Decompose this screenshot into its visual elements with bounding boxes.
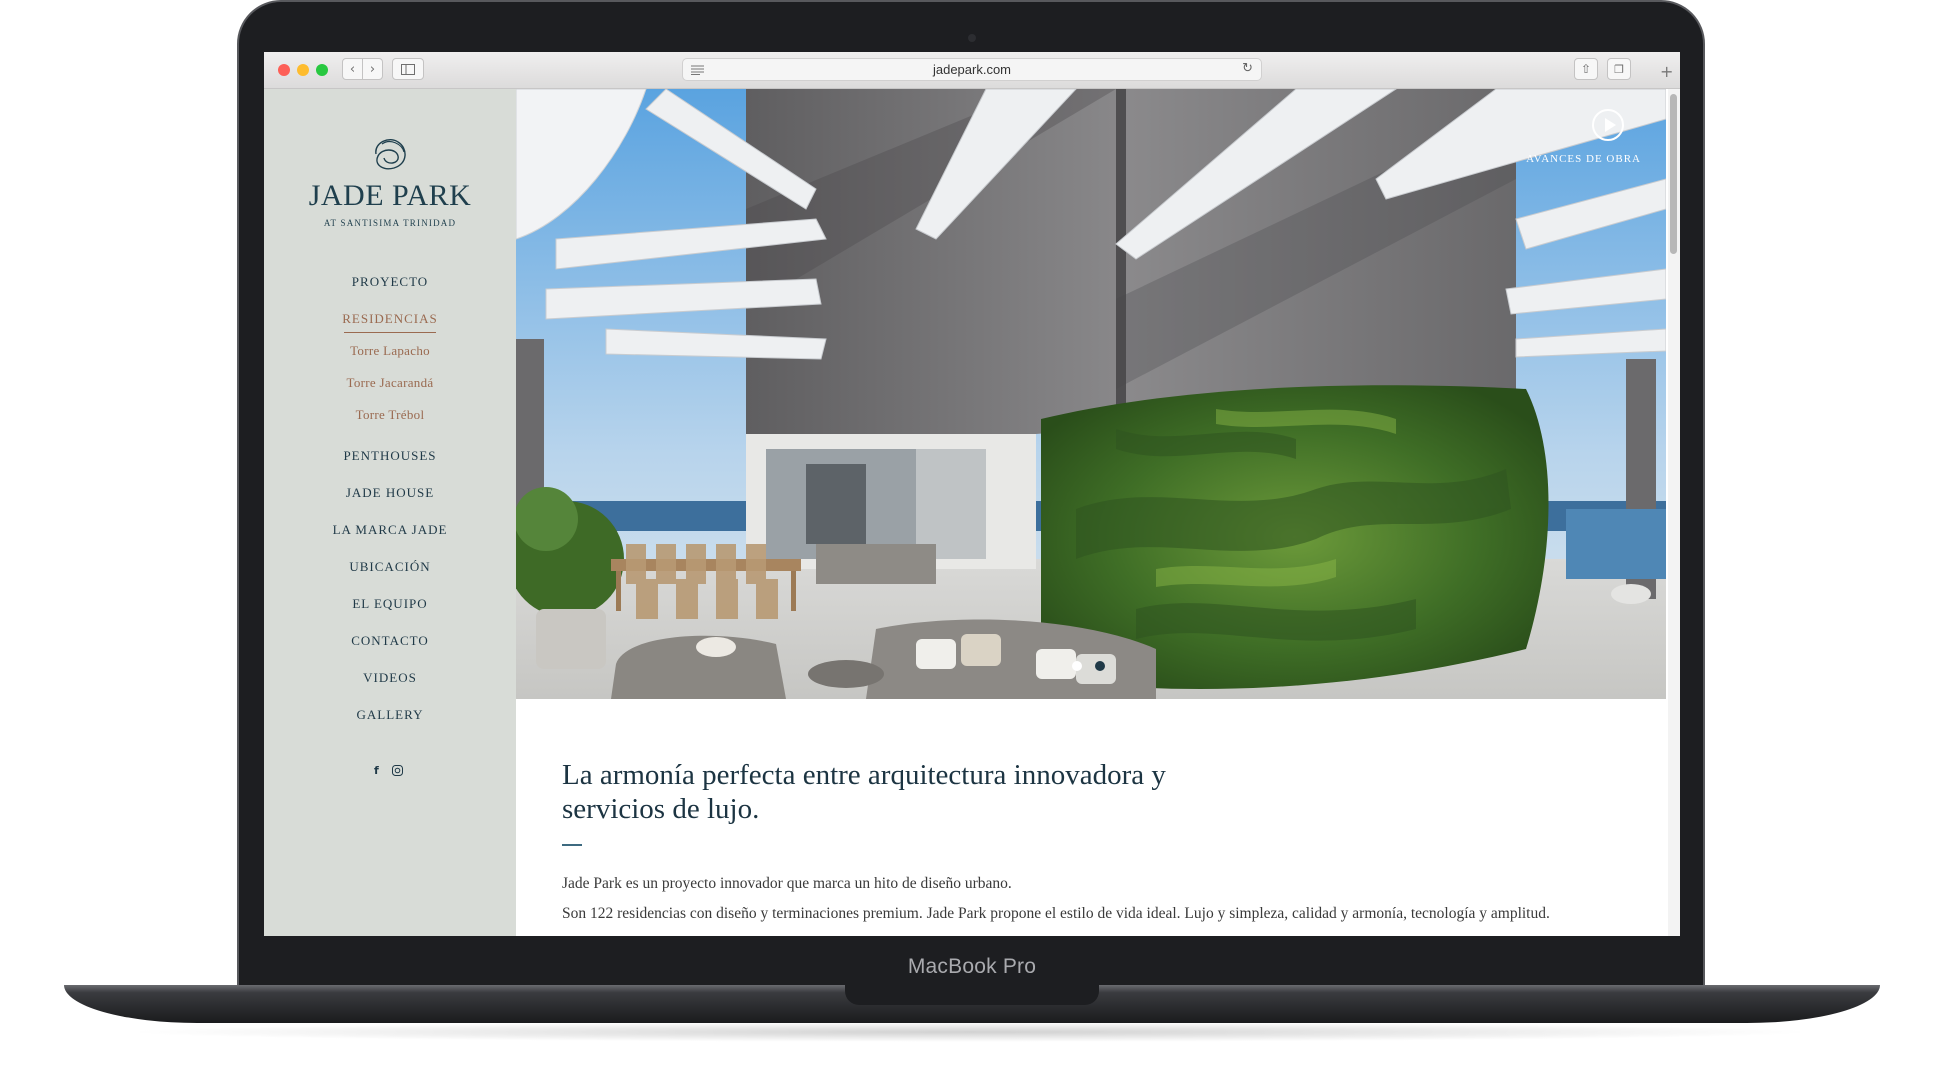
new-tab-icon[interactable]: + <box>1660 62 1673 81</box>
sidebar-button[interactable] <box>392 58 424 80</box>
tabs-icon: ❐ <box>1614 62 1624 76</box>
nav-contacto[interactable]: CONTACTO <box>264 633 516 649</box>
hero-slider[interactable]: AVANCES DE OBRA <box>516 89 1666 699</box>
section-title: La armonía perfecta entre arquitectura i… <box>562 759 1166 825</box>
forward-button[interactable]: › <box>362 58 383 80</box>
nav-torre-jacaranda[interactable]: Torre Jacarandá <box>264 375 516 391</box>
hero-image <box>516 89 1666 699</box>
slider-dot-2[interactable] <box>1095 661 1105 671</box>
back-button[interactable]: ‹ <box>342 58 363 80</box>
play-video-button[interactable] <box>1592 109 1624 141</box>
nav-la-marca-jade[interactable]: LA MARCA JADE <box>264 522 516 538</box>
intro-paragraph-2: Son 122 residencias con diseño y termina… <box>562 905 1550 922</box>
address-bar[interactable]: jadepark.com ↻ <box>682 58 1262 81</box>
share-icon: ⇧ <box>1580 62 1592 76</box>
laptop-shadow <box>120 1022 1820 1042</box>
back-icon: ‹ <box>349 61 356 77</box>
play-icon <box>1605 118 1616 132</box>
forward-icon: › <box>369 61 376 77</box>
close-window-button[interactable] <box>278 64 290 76</box>
site-sidebar: JADE PARK AT SANTISIMA TRINIDAD PROYECTO… <box>264 89 516 936</box>
browser-toolbar: ‹ › jadepark.com ↻ ⇧ ❐ + <box>264 52 1680 89</box>
minimize-window-button[interactable] <box>297 64 309 76</box>
brand-tagline: AT SANTISIMA TRINIDAD <box>323 218 457 228</box>
active-nav-underline <box>344 332 436 333</box>
nav-penthouses[interactable]: PENTHOUSES <box>264 448 516 464</box>
intro-paragraph-1: Jade Park es un proyecto innovador que m… <box>562 875 1012 892</box>
jade-logo-icon <box>375 138 406 170</box>
nav-proyecto[interactable]: PROYECTO <box>264 274 516 290</box>
screen: ‹ › jadepark.com ↻ ⇧ ❐ + JADE PARK AT SA… <box>264 52 1680 936</box>
nav-ubicacion[interactable]: UBICACIÓN <box>264 559 516 575</box>
brand-name[interactable]: JADE PARK <box>264 179 516 213</box>
share-button[interactable]: ⇧ <box>1574 58 1598 80</box>
reload-icon[interactable]: ↻ <box>1242 61 1253 76</box>
nav-el-equipo[interactable]: EL EQUIPO <box>264 596 516 612</box>
video-label[interactable]: AVANCES DE OBRA <box>1526 151 1641 168</box>
nav-gallery[interactable]: GALLERY <box>264 707 516 723</box>
nav-videos[interactable]: VIDEOS <box>264 670 516 686</box>
tabs-button[interactable]: ❐ <box>1607 58 1631 80</box>
nav-torre-trebol[interactable]: Torre Trébol <box>264 407 516 423</box>
camera <box>968 34 976 42</box>
facebook-icon[interactable]: f <box>374 764 379 777</box>
scrollbar-thumb[interactable] <box>1670 94 1677 254</box>
laptop-notch <box>845 985 1099 1005</box>
title-divider <box>562 844 582 846</box>
sidebar-icon <box>401 63 415 75</box>
nav-jade-house[interactable]: JADE HOUSE <box>264 485 516 501</box>
url-text: jadepark.com <box>932 62 1012 77</box>
nav-residencias[interactable]: RESIDENCIAS <box>264 311 516 327</box>
zoom-window-button[interactable] <box>316 64 328 76</box>
slider-dot-1[interactable] <box>1072 661 1082 671</box>
device-label: MacBook Pro <box>907 955 1037 978</box>
nav-torre-lapacho[interactable]: Torre Lapacho <box>264 343 516 359</box>
instagram-icon[interactable] <box>392 765 403 776</box>
